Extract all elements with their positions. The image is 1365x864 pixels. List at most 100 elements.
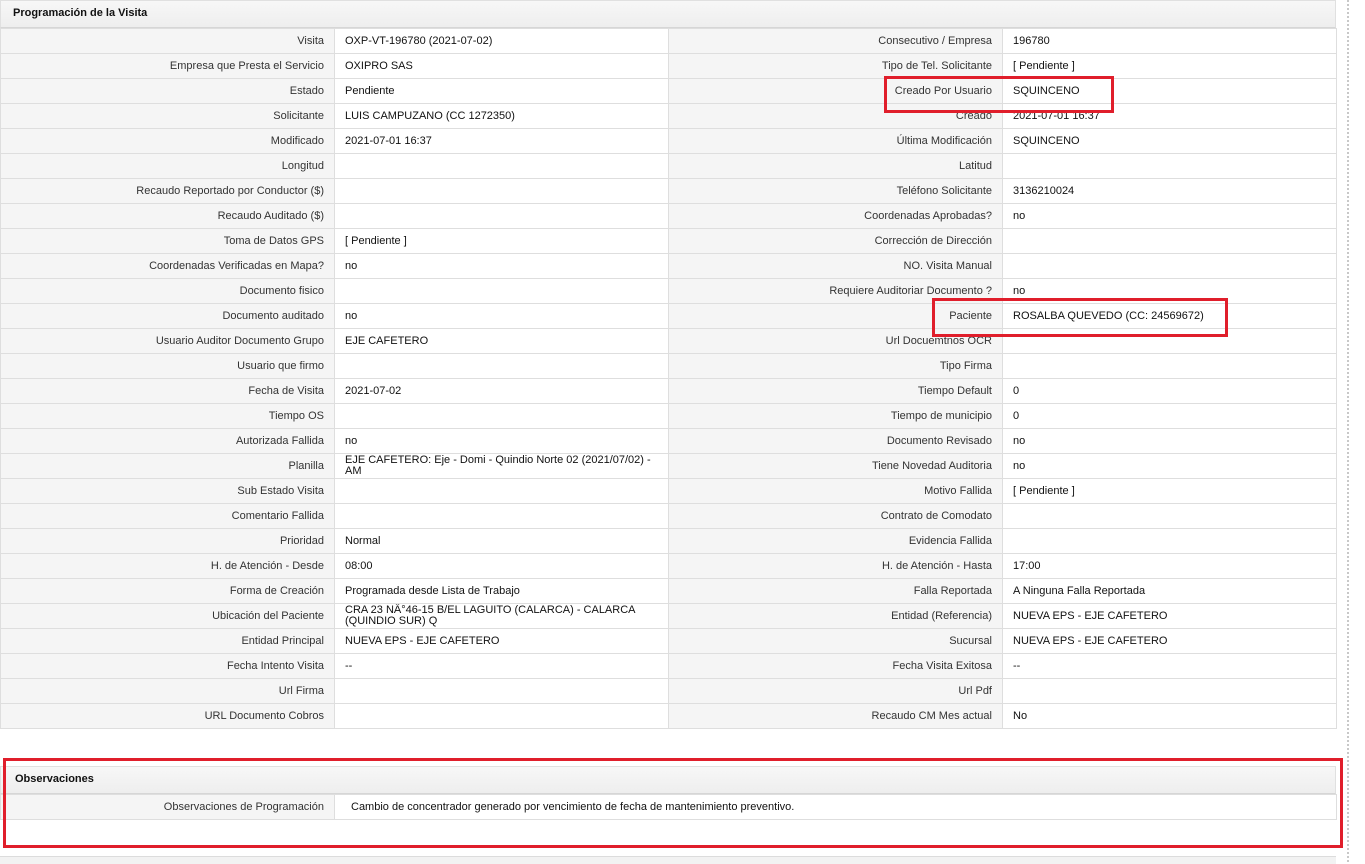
- table-row: Longitud Latitud: [0, 153, 1337, 179]
- field-value: 0: [1002, 378, 1337, 404]
- field-value: OXIPRO SAS: [334, 53, 669, 79]
- field-label: Fecha Visita Exitosa: [668, 653, 1003, 679]
- field-label: Solicitante: [0, 103, 335, 129]
- field-value: Programada desde Lista de Trabajo: [334, 578, 669, 604]
- field-label: Consecutivo / Empresa: [668, 28, 1003, 54]
- field-label: Evidencia Fallida: [668, 528, 1003, 554]
- field-label: Entidad Principal: [0, 628, 335, 654]
- field-label: Recaudo CM Mes actual: [668, 703, 1003, 729]
- visit-detail-table: Visita OXP-VT-196780 (2021-07-02) Consecut…: [0, 28, 1337, 729]
- field-value: [334, 678, 669, 704]
- field-label: Visita: [0, 28, 335, 54]
- field-value: [334, 203, 669, 229]
- visit-schedule-header: Programación de la Visita: [0, 0, 1336, 28]
- field-label: Recaudo Reportado por Conductor ($): [0, 178, 335, 204]
- visit-detail-page: Programación de la Visita Visita OXP-VT-1…: [0, 0, 1365, 864]
- field-value: no: [334, 253, 669, 279]
- field-value: no: [1002, 278, 1337, 304]
- field-value: [1002, 528, 1337, 554]
- field-label: H. de Atención - Hasta: [668, 553, 1003, 579]
- field-label: Creado Por Usuario: [668, 78, 1003, 104]
- field-value: No: [1002, 703, 1337, 729]
- field-label: Ubicación del Paciente: [0, 603, 335, 629]
- field-label: Modificado: [0, 128, 335, 154]
- table-row: Empresa que Presta el Servicio OXIPRO SAS…: [0, 53, 1337, 79]
- field-label: Falla Reportada: [668, 578, 1003, 604]
- field-label: Url Pdf: [668, 678, 1003, 704]
- field-value: [334, 478, 669, 504]
- table-row: Planilla EJE CAFETERO: Eje - Domi - Quind…: [0, 453, 1337, 479]
- field-label: Corrección de Dirección: [668, 228, 1003, 254]
- table-row: Comentario Fallida Contrato de Comodato: [0, 503, 1337, 529]
- table-row: Usuario que firmo Tipo Firma: [0, 353, 1337, 379]
- field-value: A Ninguna Falla Reportada: [1002, 578, 1337, 604]
- field-label: Toma de Datos GPS: [0, 228, 335, 254]
- observations-table: Observaciones de Programación Cambio de …: [0, 794, 1337, 820]
- table-row: Recaudo Auditado ($) Coordenadas Aprobada…: [0, 203, 1337, 229]
- field-value: LUIS CAMPUZANO (CC 1272350): [334, 103, 669, 129]
- field-label: Tiempo OS: [0, 403, 335, 429]
- field-label: Latitud: [668, 153, 1003, 179]
- table-row: Tiempo OS Tiempo de municipio 0: [0, 403, 1337, 429]
- field-value: --: [334, 653, 669, 679]
- table-row: Documento auditado no Paciente ROSALBA QUE…: [0, 303, 1337, 329]
- field-value: [1002, 503, 1337, 529]
- field-label: Documento auditado: [0, 303, 335, 329]
- field-label: Documento Revisado: [668, 428, 1003, 454]
- field-label: Longitud: [0, 153, 335, 179]
- field-label: Usuario Auditor Documento Grupo: [0, 328, 335, 354]
- field-label: Comentario Fallida: [0, 503, 335, 529]
- field-label: Teléfono Solicitante: [668, 178, 1003, 204]
- field-value: no: [1002, 203, 1337, 229]
- visit-schedule-section: Programación de la Visita Visita OXP-VT-1…: [0, 0, 1337, 729]
- field-value: ROSALBA QUEVEDO (CC: 24569672): [1002, 303, 1337, 329]
- observations-section: Observaciones Observaciones de Programac…: [0, 766, 1337, 820]
- field-value: [1002, 353, 1337, 379]
- table-row: H. de Atención - Desde 08:00 H. de Atenció…: [0, 553, 1337, 579]
- table-row: URL Documento Cobros Recaudo CM Mes actua…: [0, 703, 1337, 729]
- field-label: Sucursal: [668, 628, 1003, 654]
- table-row: Autorizada Fallida no Documento Revisado …: [0, 428, 1337, 454]
- field-value: 2021-07-01 16:37: [1002, 103, 1337, 129]
- field-label: Url Firma: [0, 678, 335, 704]
- field-value: no: [1002, 428, 1337, 454]
- field-value: [1002, 228, 1337, 254]
- field-value: 17:00: [1002, 553, 1337, 579]
- observations-header: Observaciones: [0, 766, 1336, 794]
- observations-title: Observaciones: [15, 773, 94, 785]
- table-row: Ubicación del Paciente CRA 23 NÂ°46-15 B/…: [0, 603, 1337, 629]
- field-label: H. de Atención - Desde: [0, 553, 335, 579]
- scrollbar-track[interactable]: [1347, 0, 1349, 864]
- field-value: EJE CAFETERO: [334, 328, 669, 354]
- field-value: 2021-07-01 16:37: [334, 128, 669, 154]
- table-row: Usuario Auditor Documento Grupo EJE CAFET…: [0, 328, 1337, 354]
- field-label: Tiempo de municipio: [668, 403, 1003, 429]
- field-value: [1002, 678, 1337, 704]
- field-label: Entidad (Referencia): [668, 603, 1003, 629]
- field-value: [334, 503, 669, 529]
- field-value: [334, 353, 669, 379]
- field-value: no: [1002, 453, 1337, 479]
- field-label: NO. Visita Manual: [668, 253, 1003, 279]
- table-row: Observaciones de Programación Cambio de …: [0, 794, 1337, 820]
- field-value: Normal: [334, 528, 669, 554]
- field-value: SQUINCENO: [1002, 78, 1337, 104]
- field-value: 0: [1002, 403, 1337, 429]
- field-value: OXP-VT-196780 (2021-07-02): [334, 28, 669, 54]
- table-row: Url Firma Url Pdf: [0, 678, 1337, 704]
- field-label: Tiene Novedad Auditoria: [668, 453, 1003, 479]
- field-label: Coordenadas Verificadas en Mapa?: [0, 253, 335, 279]
- field-value: [ Pendiente ]: [1002, 53, 1337, 79]
- field-label: Fecha Intento Visita: [0, 653, 335, 679]
- field-label: Recaudo Auditado ($): [0, 203, 335, 229]
- field-value: [1002, 153, 1337, 179]
- table-row: Recaudo Reportado por Conductor ($) Teléf…: [0, 178, 1337, 204]
- field-value: EJE CAFETERO: Eje - Domi - Quindio Norte…: [334, 453, 669, 479]
- field-value: CRA 23 NÂ°46-15 B/EL LAGUITO (CALARCA) -…: [334, 603, 669, 629]
- field-label: Tiempo Default: [668, 378, 1003, 404]
- table-row: Prioridad Normal Evidencia Fallida: [0, 528, 1337, 554]
- field-value: no: [334, 303, 669, 329]
- table-row: Entidad Principal NUEVA EPS - EJE CAFETER…: [0, 628, 1337, 654]
- field-label: Fecha de Visita: [0, 378, 335, 404]
- table-row: Fecha de Visita 2021-07-02 Tiempo Default…: [0, 378, 1337, 404]
